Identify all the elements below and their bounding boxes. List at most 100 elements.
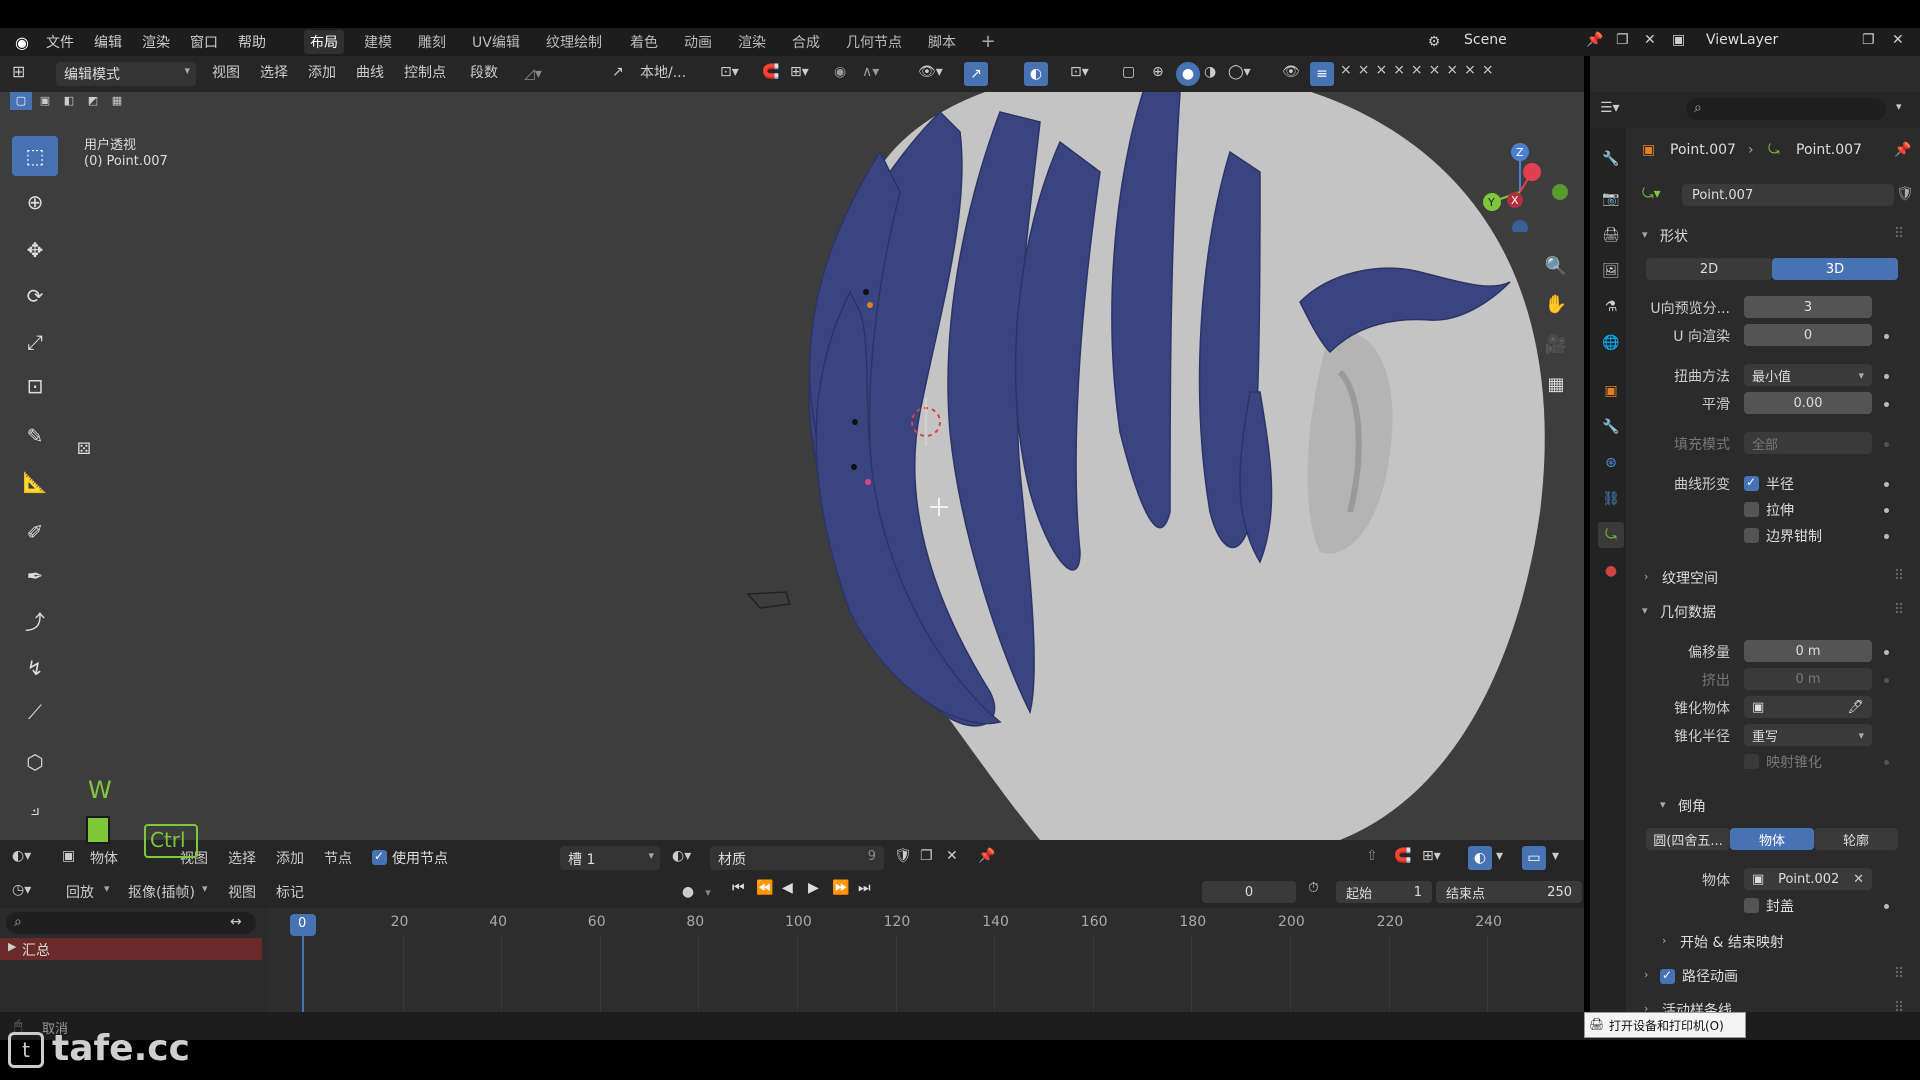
world-tab-icon[interactable]: 🌐 [1598, 330, 1624, 356]
node-menu-select[interactable]: 选择 [228, 848, 256, 868]
fill-mode-select[interactable]: 全部 [1744, 432, 1872, 454]
unlink-material-icon[interactable]: ✕ [946, 848, 958, 864]
map-taper-checkbox[interactable] [1744, 754, 1759, 769]
curve-browse-icon[interactable]: ⤿▾ [1642, 186, 1661, 202]
menu-add[interactable]: 添加 [308, 62, 336, 82]
material-name-field[interactable]: 材质 9 [710, 846, 884, 870]
pin-icon[interactable]: 📌 [1586, 32, 1603, 48]
menu-segments[interactable]: 段数 [470, 62, 498, 82]
node-snap-icon[interactable]: 🧲 [1394, 848, 1411, 864]
jump-start-icon[interactable]: ⏮ [732, 880, 745, 896]
shape-panel-title[interactable]: 形状 [1660, 226, 1688, 246]
snap-icon[interactable]: 🧲 [762, 64, 779, 80]
keying-menu[interactable]: 抠像(插帧) [128, 882, 195, 902]
breadcrumb-object[interactable]: Point.007 [1670, 142, 1736, 158]
curve-point[interactable] [852, 419, 858, 425]
pivot-point-icon[interactable]: ⊡▾ [720, 64, 739, 80]
keyframe-dot[interactable] [1884, 334, 1889, 339]
curve-data-tab-icon[interactable]: ⤿ [1598, 522, 1624, 548]
properties-search-input[interactable]: ⌕ [1686, 98, 1886, 120]
node-menu-add[interactable]: 添加 [276, 848, 304, 868]
use-nodes-checkbox[interactable] [372, 849, 387, 865]
tool-radius[interactable]: ↯ [12, 648, 58, 688]
navigation-gizmo[interactable]: Z Y X [1460, 132, 1580, 232]
collection-toggle-icon[interactable]: ≡ [1310, 62, 1334, 86]
3d-viewport[interactable]: 用户透视 (0) Point.007 ▢ ▣ ◧ ◩ ▦ ⬚ ⊕ ✥ ⟳ ⤢ ⊡… [0, 92, 1584, 840]
u-preview-field[interactable]: 3 [1744, 296, 1872, 318]
material-browse-icon[interactable]: ◐▾ [672, 848, 691, 864]
bevel-panel-title[interactable]: 倒角 [1678, 796, 1706, 816]
start-end-mapping-title[interactable]: 开始 & 结束映射 [1680, 932, 1784, 952]
tool-annotate[interactable]: ✎ [12, 416, 58, 456]
tab-modeling[interactable]: 建模 [358, 30, 398, 54]
curve-point[interactable] [865, 479, 871, 485]
extrude-field[interactable]: 0 m [1744, 668, 1872, 690]
chevron-down-icon[interactable]: ▾ [1552, 848, 1559, 864]
visibility-icon[interactable]: 👁▾ [918, 64, 943, 80]
dim-2d-button[interactable]: 2D [1646, 258, 1772, 280]
dice-icon[interactable]: ⚄ [74, 438, 94, 458]
curve-point[interactable] [851, 464, 857, 470]
chevron-down-icon[interactable]: ▾ [1642, 228, 1648, 241]
chevron-down-icon[interactable]: ▾ [1896, 100, 1902, 113]
view-layer-icon[interactable]: ▣ [1672, 32, 1685, 48]
view-layer-tab-icon[interactable]: 🖼 [1598, 258, 1624, 284]
chevron-right-icon[interactable]: › [1644, 570, 1648, 583]
view-layer-name[interactable]: ViewLayer [1706, 32, 1778, 48]
timeline-editor-icon[interactable]: ◷▾ [12, 882, 31, 898]
channel-search-input[interactable]: ⌕ [6, 912, 256, 934]
render-tab-icon[interactable]: 📷 [1598, 186, 1624, 212]
node-editor-type-icon[interactable]: ◐▾ [12, 848, 31, 864]
marker-menu[interactable]: 标记 [276, 882, 304, 902]
menu-window[interactable]: 窗口 [190, 32, 218, 52]
tab-geometry-nodes[interactable]: 几何节点 [840, 30, 908, 54]
bevel-object-field[interactable]: ▣ Point.002 ✕ [1744, 868, 1872, 890]
tab-sculpting[interactable]: 雕刻 [412, 30, 452, 54]
mode-select[interactable]: 编辑模式 ▾ [56, 62, 196, 86]
bevel-object-button[interactable]: 物体 [1730, 828, 1814, 850]
object-shader-icon[interactable]: ▣ [62, 848, 75, 864]
chevron-down-icon[interactable]: ▾ [700, 880, 716, 904]
chevron-down-icon[interactable]: ▾ [1660, 798, 1666, 811]
keyframe-dot[interactable] [1884, 442, 1889, 447]
output-tab-icon[interactable]: 🖨 [1598, 222, 1624, 248]
tab-shading[interactable]: 着色 [624, 30, 664, 54]
dim-3d-button[interactable]: 3D [1772, 258, 1898, 280]
select-new-icon[interactable]: ▢ [10, 92, 32, 110]
duplicate-material-icon[interactable]: ❐ [920, 848, 933, 864]
mesh-edit-overlay-icon[interactable]: ⊡▾ [1070, 64, 1089, 80]
expand-icon[interactable]: ▶ [8, 940, 16, 953]
play-reverse-icon[interactable]: ◀ [782, 880, 793, 896]
tab-animation[interactable]: 动画 [678, 30, 718, 54]
constraints-tab-icon[interactable]: ⛓ [1598, 486, 1624, 512]
menu-edit[interactable]: 编辑 [94, 32, 122, 52]
tool-rotate[interactable]: ⟳ [12, 276, 58, 316]
curve-type-icon[interactable]: ◿▾ [516, 64, 550, 84]
overlay-toggle-icon[interactable]: ◐ [1024, 62, 1048, 86]
jump-end-icon[interactable]: ⏭ [858, 880, 871, 896]
pin-icon[interactable]: 📌 [1894, 142, 1911, 158]
drag-handle-icon[interactable]: ⠿ [1894, 568, 1904, 584]
falloff-icon[interactable]: ∧▾ [862, 64, 879, 80]
playback-menu[interactable]: 回放 [66, 882, 94, 902]
wireframe-shading-icon[interactable]: ⊕ [1152, 64, 1164, 80]
keyframe-dot[interactable] [1884, 760, 1889, 765]
summary-row[interactable]: ▶ 汇总 [0, 938, 262, 960]
menu-select[interactable]: 选择 [260, 62, 288, 82]
menu-control-points[interactable]: 控制点 [404, 62, 446, 82]
pin-icon[interactable]: 📌 [978, 848, 995, 864]
tab-texture-paint[interactable]: 纹理绘制 [540, 30, 608, 54]
tab-compositing[interactable]: 合成 [786, 30, 826, 54]
end-frame-field[interactable]: 结束点 250 [1436, 881, 1582, 903]
taper-object-field[interactable]: ▣ 🖊 [1744, 696, 1872, 718]
add-workspace-icon[interactable]: + [978, 31, 998, 52]
new-scene-icon[interactable]: ❐ [1616, 32, 1629, 48]
start-frame-field[interactable]: 起始 1 [1336, 881, 1432, 903]
select-invert-icon[interactable]: ◩ [82, 92, 104, 110]
chevron-down-icon[interactable]: ▾ [1496, 848, 1503, 864]
taper-radius-select[interactable]: 重写 ▾ [1744, 724, 1872, 746]
node-snap-target-icon[interactable]: ⊞▾ [1422, 848, 1441, 864]
tool-scale[interactable]: ⤢ [12, 322, 58, 362]
select-intersect-icon[interactable]: ▦ [106, 92, 128, 110]
tool-cursor[interactable]: ⊕ [12, 182, 58, 222]
